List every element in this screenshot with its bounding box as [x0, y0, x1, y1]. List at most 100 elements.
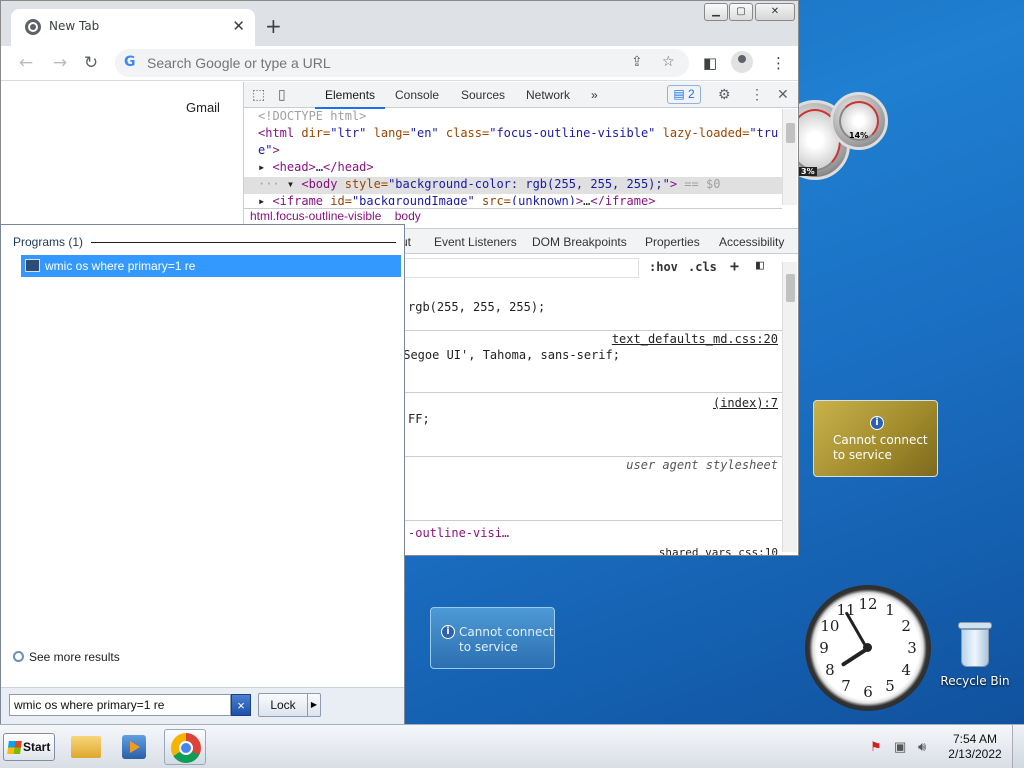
programs-header: Programs (1) — [13, 235, 84, 249]
dom-tree-line[interactable]: e"> — [244, 143, 782, 160]
clock-numeral: 5 — [885, 677, 895, 696]
google-g-icon: G — [124, 54, 136, 70]
clock-time: 7:54 AM — [952, 732, 998, 746]
action-center-flag-icon[interactable]: ⚑ — [870, 739, 882, 755]
devtools-menu-icon[interactable]: ⋮ — [750, 86, 764, 103]
browser-toolbar: ← → ↻ G ⇪ ☆ ◧ ⋮ — [1, 46, 798, 81]
dom-token: lazy-loaded= — [655, 126, 750, 140]
dom-token: e" — [258, 143, 273, 157]
tab-dom-breakpoints[interactable]: DOM Breakpoints — [532, 235, 627, 249]
dom-token: > — [669, 177, 678, 191]
system-clock[interactable]: 7:54 AM 2/13/2022 — [948, 732, 1002, 762]
issues-badge[interactable]: ▤ 2 — [667, 85, 701, 104]
tab-strip: New Tab ✕ + ▁ ▢ ✕ — [1, 1, 798, 46]
dom-token: <head> — [272, 160, 316, 174]
dom-tree-line[interactable]: <html dir="ltr" lang="en" class="focus-o… — [244, 126, 782, 143]
side-panel-icon[interactable]: ◧ — [703, 54, 717, 72]
profile-avatar-icon[interactable] — [731, 51, 753, 73]
power-options-arrow-icon[interactable]: ▶ — [307, 693, 321, 717]
weather-gadget[interactable]: i Cannot connect to service — [813, 400, 938, 477]
tab-sources[interactable]: Sources — [461, 88, 505, 102]
dom-tree[interactable]: <!DOCTYPE html> <html dir="ltr" lang="en"… — [244, 109, 782, 205]
hover-state-toggle[interactable]: :hov — [649, 260, 678, 274]
close-tab-icon[interactable]: ✕ — [232, 17, 245, 35]
settings-gear-icon[interactable]: ⚙ — [718, 86, 731, 103]
network-icon[interactable]: ▣ — [894, 739, 906, 755]
omnibox[interactable]: G ⇪ ☆ — [115, 49, 689, 77]
reload-icon[interactable]: ↻ — [80, 52, 102, 74]
tab-network[interactable]: Network — [526, 88, 570, 102]
maximize-button[interactable]: ▢ — [729, 3, 753, 21]
user-agent-stylesheet-label: user agent stylesheet — [626, 458, 778, 472]
start-label: Start — [23, 740, 51, 754]
bookmark-star-icon[interactable]: ☆ — [662, 54, 675, 70]
clock-numeral: 9 — [819, 639, 829, 657]
taskbar-explorer[interactable] — [65, 729, 107, 765]
clear-search-icon[interactable]: × — [231, 694, 251, 716]
weather-status-line-1: Cannot connect — [833, 433, 928, 447]
close-window-button[interactable]: ✕ — [755, 3, 795, 21]
dom-tree-line[interactable]: ··· ▾ <body style="background-color: rgb… — [244, 177, 782, 194]
clock-gadget[interactable]: 12 1 2 3 4 5 6 7 8 9 10 11 — [805, 585, 931, 711]
dom-tree-scrollbar[interactable] — [782, 109, 797, 205]
style-value-line[interactable]: rgb(255, 255, 255); — [408, 300, 545, 314]
weather-status-line-2: to service — [833, 448, 892, 462]
back-arrow-icon[interactable]: ← — [15, 52, 37, 74]
style-source-link[interactable]: (index):7 — [713, 396, 778, 410]
dom-tree-line[interactable]: ▸ <head>…</head> — [244, 160, 782, 177]
see-more-results-link[interactable]: See more results — [13, 650, 120, 664]
dom-token: dir= — [301, 126, 331, 140]
program-result-item[interactable]: wmic os where primary=1 re — [21, 255, 401, 277]
tab-console[interactable]: Console — [395, 88, 439, 102]
start-button[interactable]: Start — [3, 733, 55, 761]
tab-properties[interactable]: Properties — [645, 235, 700, 249]
breadcrumb-body[interactable]: body — [395, 209, 421, 223]
close-devtools-icon[interactable]: ✕ — [777, 86, 789, 103]
style-selector-line[interactable]: -outline-visi… — [408, 526, 509, 540]
tab-event-listeners[interactable]: Event Listeners — [434, 235, 517, 249]
tab-new-tab[interactable]: New Tab ✕ — [11, 9, 255, 46]
new-tab-plus-icon[interactable]: + — [265, 14, 282, 38]
inspect-element-icon[interactable]: ⬚ — [252, 86, 265, 103]
minimize-button[interactable]: ▁ — [704, 3, 728, 21]
dom-tree-line[interactable]: <!DOCTYPE html> — [244, 109, 782, 126]
tab-elements[interactable]: Elements — [314, 88, 386, 109]
computed-sidebar-icon[interactable]: ◧ — [756, 258, 764, 273]
forward-arrow-icon[interactable]: → — [49, 52, 71, 74]
new-rule-plus-icon[interactable]: + — [730, 257, 739, 275]
taskbar-chrome[interactable] — [164, 729, 206, 765]
dom-token: class= — [438, 126, 490, 140]
volume-icon[interactable]: 🔊︎ — [918, 739, 926, 755]
style-source-link[interactable]: shared_vars_css:10 — [659, 546, 778, 555]
feed-gadget[interactable]: i Cannot connect to service — [430, 607, 555, 669]
feed-status-line-2: to service — [459, 640, 518, 654]
style-source-link[interactable]: text_defaults_md.css:20 — [612, 332, 778, 346]
issues-count: 2 — [687, 87, 695, 101]
styles-filter-input[interactable] — [404, 258, 639, 278]
gmail-link[interactable]: Gmail — [186, 100, 220, 115]
start-search-input[interactable] — [9, 694, 231, 716]
class-toggle[interactable]: .cls — [688, 260, 717, 274]
feed-status-text: Cannot connect to service — [459, 625, 554, 655]
dom-token: == $0 — [677, 177, 721, 191]
show-desktop-button[interactable] — [1012, 725, 1024, 768]
tab-accessibility[interactable]: Accessibility — [719, 235, 784, 249]
style-value-line[interactable]: FF; — [408, 412, 430, 426]
weather-status-text: Cannot connect to service — [833, 433, 928, 463]
info-icon: i — [441, 625, 455, 639]
recycle-bin-icon[interactable]: Recycle Bin — [940, 622, 1010, 688]
more-tabs-icon[interactable]: » — [591, 88, 598, 102]
breadcrumb-html[interactable]: html.focus-outline-visible — [250, 209, 381, 223]
share-icon[interactable]: ⇪ — [631, 54, 643, 70]
lock-button[interactable]: Lock — [258, 693, 308, 717]
address-input[interactable] — [147, 53, 627, 73]
dom-token: <body — [301, 177, 345, 191]
dom-tree-line[interactable]: ▸ <iframe id="backgroundImage" src=(unkn… — [244, 194, 782, 205]
device-toolbar-icon[interactable]: ▯ — [278, 86, 286, 103]
menu-kebab-icon[interactable]: ⋮ — [771, 54, 786, 72]
taskbar-media-player[interactable] — [113, 729, 155, 765]
clock-date: 2/13/2022 — [948, 747, 1002, 761]
dom-token: src= — [474, 194, 511, 205]
styles-scrollbar[interactable] — [782, 262, 797, 552]
style-value-line[interactable]: 'Segoe UI', Tahoma, sans-serif; — [396, 348, 620, 362]
